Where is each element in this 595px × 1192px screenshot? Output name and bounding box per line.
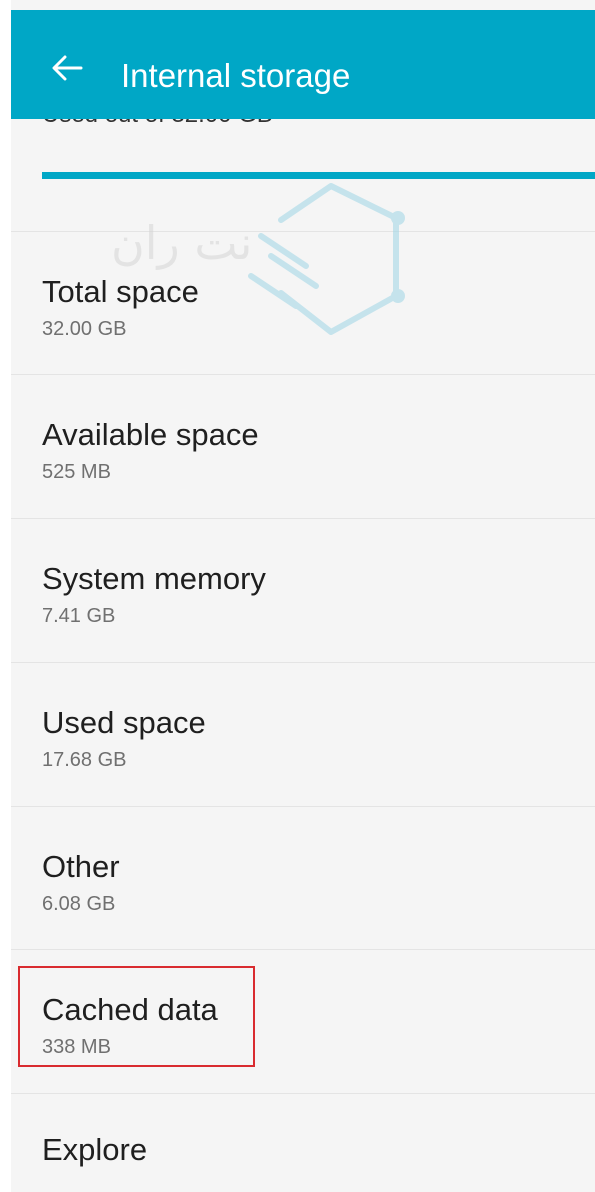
list-item-value: 32.00 GB: [42, 318, 127, 340]
list-item-label: Other: [42, 849, 120, 884]
list-item-value: 7.41 GB: [42, 605, 116, 627]
page-title: Internal storage: [121, 57, 351, 94]
list-item-system-memory[interactable]: System memory 7.41 GB: [11, 518, 595, 661]
storage-screen: Internal storage Used out of 32.00 GB To…: [11, 0, 595, 1192]
list-item-cached-data[interactable]: Cached data 338 MB: [11, 949, 595, 1092]
list-item-value: 6.08 GB: [42, 893, 116, 915]
list-item-label: Cached data: [42, 992, 218, 1027]
list-item-label: Total space: [42, 274, 199, 309]
list-item-used-space[interactable]: Used space 17.68 GB: [11, 662, 595, 805]
app-bar: Internal storage: [11, 10, 595, 119]
list-item-label: Used space: [42, 705, 206, 740]
list-item-explore[interactable]: Explore: [11, 1093, 595, 1192]
list-item-label: Available space: [42, 417, 259, 452]
list-item-label: System memory: [42, 561, 266, 596]
arrow-left-icon[interactable]: [51, 55, 83, 81]
list-item-total-space[interactable]: Total space 32.00 GB: [11, 231, 595, 374]
list-item-other[interactable]: Other 6.08 GB: [11, 806, 595, 949]
list-item-value: 17.68 GB: [42, 749, 127, 771]
storage-usage-bar: [42, 172, 595, 179]
list-item-value: 525 MB: [42, 461, 111, 483]
list-item-value: 338 MB: [42, 1036, 111, 1058]
list-item-label: Explore: [42, 1132, 148, 1167]
list-item-available-space[interactable]: Available space 525 MB: [11, 374, 595, 517]
